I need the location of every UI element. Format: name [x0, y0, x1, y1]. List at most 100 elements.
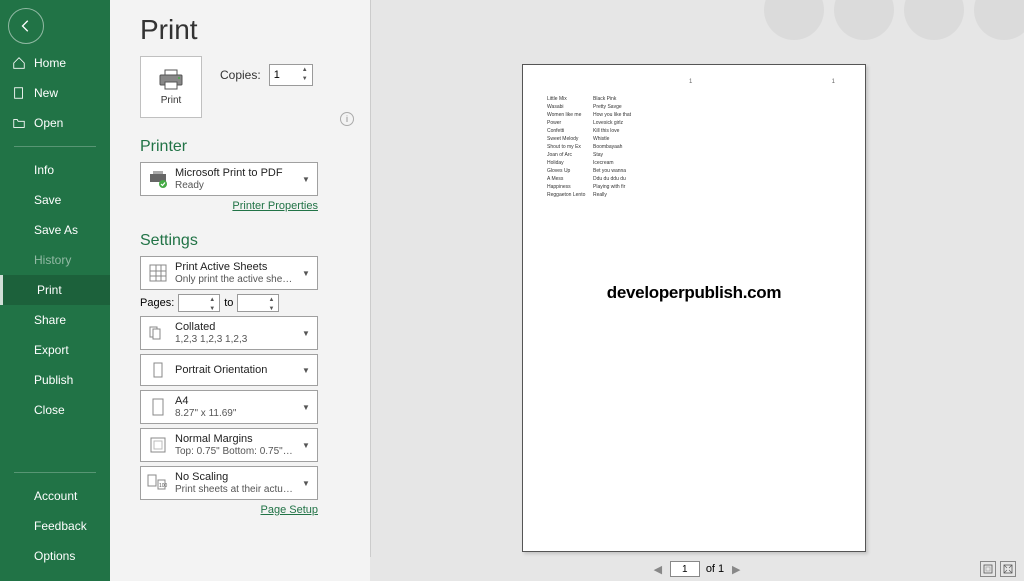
- account-group: Account Feedback Options: [0, 464, 110, 571]
- back-button[interactable]: [8, 8, 44, 44]
- chevron-down-icon: ▼: [301, 175, 311, 184]
- nav-label: Save: [34, 193, 61, 207]
- print-settings-panel: Print Print Copies: ▲▼ Printer i Microso…: [110, 0, 370, 581]
- margins-icon: [147, 434, 169, 456]
- table-row: Sweet MelodyWhistle: [547, 135, 841, 143]
- nav-label: Close: [34, 403, 65, 417]
- nav-close[interactable]: Close: [0, 395, 110, 425]
- nav-label: Publish: [34, 373, 73, 387]
- collate-dropdown[interactable]: Collated1,2,3 1,2,3 1,2,3 ▼: [140, 316, 318, 350]
- page-setup-link[interactable]: Page Setup: [140, 504, 318, 516]
- zoom-page-icon: [1003, 564, 1013, 574]
- table-row: HappinessPlaying with fir: [547, 183, 841, 191]
- page-number-input[interactable]: [670, 561, 700, 577]
- nav-options[interactable]: Options: [0, 541, 110, 571]
- pages-to-input[interactable]: ▲▼: [237, 294, 279, 312]
- prev-page-button[interactable]: ◀: [652, 562, 664, 576]
- spin-up[interactable]: ▲: [265, 296, 277, 305]
- print-scope-dropdown[interactable]: Print Active SheetsOnly print the active…: [140, 256, 318, 290]
- zoom-to-page-button[interactable]: [1000, 561, 1016, 577]
- table-row: HolidayIcecream: [547, 159, 841, 167]
- nav-label: History: [34, 253, 71, 267]
- printer-heading: Printer i: [140, 138, 354, 156]
- nav-publish[interactable]: Publish: [0, 365, 110, 395]
- paper-size-dropdown[interactable]: A48.27" x 11.69" ▼: [140, 390, 318, 424]
- preview-footer: ◀ of 1 ▶: [370, 557, 1024, 581]
- printer-icon: [158, 69, 184, 91]
- table-row: PowerLovesick girlz: [547, 119, 841, 127]
- page-icon: [147, 396, 169, 418]
- nav-account[interactable]: Account: [0, 481, 110, 511]
- print-tile-label: Print: [161, 95, 182, 106]
- chevron-down-icon: ▼: [301, 403, 311, 412]
- printer-dropdown[interactable]: Microsoft Print to PDF Ready ▼: [140, 162, 318, 196]
- table-row: ConfettiKill this love: [547, 127, 841, 135]
- spin-down[interactable]: ▼: [265, 305, 277, 314]
- nav-feedback[interactable]: Feedback: [0, 511, 110, 541]
- portrait-icon: [147, 359, 169, 381]
- margins-toggle-icon: [983, 564, 993, 574]
- spin-down[interactable]: ▼: [206, 305, 218, 314]
- sidebar: Home New Open Info Save Save As History …: [0, 0, 110, 581]
- nav-label: Options: [34, 549, 75, 563]
- decorative-shapes: [764, 0, 1024, 40]
- nav-label: Account: [34, 489, 77, 503]
- spin-up[interactable]: ▲: [206, 296, 218, 305]
- page-title: Print: [140, 14, 354, 46]
- chevron-down-icon: ▼: [301, 366, 311, 375]
- nav-label: New: [34, 86, 58, 100]
- table-row: Joan of ArcStay: [547, 151, 841, 159]
- nav-home[interactable]: Home: [0, 48, 110, 78]
- watermark-text: developerpublish.com: [523, 283, 865, 303]
- table-row: Gloves UpBet you wanna: [547, 167, 841, 175]
- nav-label: Feedback: [34, 519, 87, 533]
- sheets-icon: [147, 262, 169, 284]
- scaling-icon: 100: [147, 472, 169, 494]
- arrow-left-icon: [19, 19, 33, 33]
- pages-from-input[interactable]: ▲▼: [178, 294, 220, 312]
- chevron-down-icon: ▼: [301, 441, 311, 450]
- spin-down[interactable]: ▼: [299, 75, 311, 84]
- show-margins-button[interactable]: [980, 561, 996, 577]
- nav-label: Open: [34, 116, 63, 130]
- copies-field[interactable]: [274, 69, 298, 81]
- nav-open[interactable]: Open: [0, 108, 110, 138]
- settings-heading: Settings: [140, 232, 354, 250]
- pages-to-label: to: [224, 297, 233, 309]
- table-row: Reggaeton LentoReally: [547, 191, 841, 199]
- preview-table: Little MixBlack PinkWasabiPretty SavgeWo…: [547, 95, 841, 199]
- copies-row: Copies: ▲▼: [220, 64, 313, 86]
- nav-label: Home: [34, 56, 66, 70]
- chevron-down-icon: ▼: [301, 329, 311, 338]
- table-row: Little MixBlack Pink: [547, 95, 841, 103]
- open-icon: [12, 116, 26, 130]
- svg-text:100: 100: [159, 483, 168, 489]
- printer-name: Microsoft Print to PDF: [175, 167, 295, 179]
- nav-print[interactable]: Print: [0, 275, 110, 305]
- nav-info[interactable]: Info: [0, 155, 110, 185]
- printer-properties-link[interactable]: Printer Properties: [140, 200, 318, 212]
- nav-save[interactable]: Save: [0, 185, 110, 215]
- printer-status: Ready: [175, 180, 295, 191]
- nav-share[interactable]: Share: [0, 305, 110, 335]
- info-icon[interactable]: i: [340, 112, 354, 126]
- nav-export[interactable]: Export: [0, 335, 110, 365]
- header-page-num: 1: [689, 79, 692, 85]
- collate-icon: [147, 322, 169, 344]
- copies-input[interactable]: ▲▼: [269, 64, 313, 86]
- orientation-dropdown[interactable]: Portrait Orientation ▼: [140, 354, 318, 386]
- new-icon: [12, 86, 26, 100]
- print-button[interactable]: Print: [140, 56, 202, 118]
- of-pages-label: of 1: [706, 563, 724, 575]
- margins-dropdown[interactable]: Normal MarginsTop: 0.75" Bottom: 0.75" L…: [140, 428, 318, 462]
- nav-save-as[interactable]: Save As: [0, 215, 110, 245]
- pages-row: Pages: ▲▼ to ▲▼: [140, 294, 354, 312]
- next-page-button[interactable]: ▶: [730, 562, 742, 576]
- preview-zoom-controls: [980, 561, 1016, 577]
- spin-up[interactable]: ▲: [299, 66, 311, 75]
- nav-label: Share: [34, 313, 66, 327]
- home-icon: [12, 56, 26, 70]
- divider: [14, 472, 96, 473]
- nav-new[interactable]: New: [0, 78, 110, 108]
- scaling-dropdown[interactable]: 100 No ScalingPrint sheets at their actu…: [140, 466, 318, 500]
